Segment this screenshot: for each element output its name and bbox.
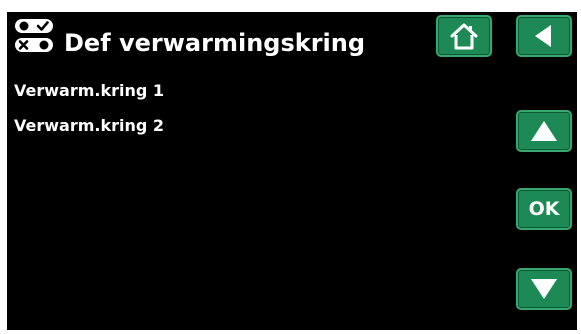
arrow-up-icon bbox=[529, 117, 559, 145]
home-icon bbox=[449, 21, 479, 51]
ok-label: OK bbox=[528, 198, 560, 220]
home-button[interactable] bbox=[436, 15, 492, 57]
display-screen: Def verwarmingskring Verwarm.kring 1 Ver… bbox=[7, 12, 577, 330]
list-item-circuit-2[interactable]: Verwarm.kring 2 bbox=[14, 112, 164, 147]
page-title: Def verwarmingskring bbox=[64, 29, 366, 57]
settings-toggles-icon bbox=[14, 17, 54, 57]
list-item-circuit-1[interactable]: Verwarm.kring 1 bbox=[14, 77, 164, 112]
circuit-list: Verwarm.kring 1 Verwarm.kring 2 bbox=[14, 77, 164, 147]
back-button[interactable] bbox=[516, 15, 572, 57]
back-arrow-icon bbox=[530, 22, 558, 50]
ok-button[interactable]: OK bbox=[516, 188, 572, 230]
scroll-up-button[interactable] bbox=[516, 110, 572, 152]
arrow-down-icon bbox=[529, 275, 559, 303]
scroll-down-button[interactable] bbox=[516, 268, 572, 310]
